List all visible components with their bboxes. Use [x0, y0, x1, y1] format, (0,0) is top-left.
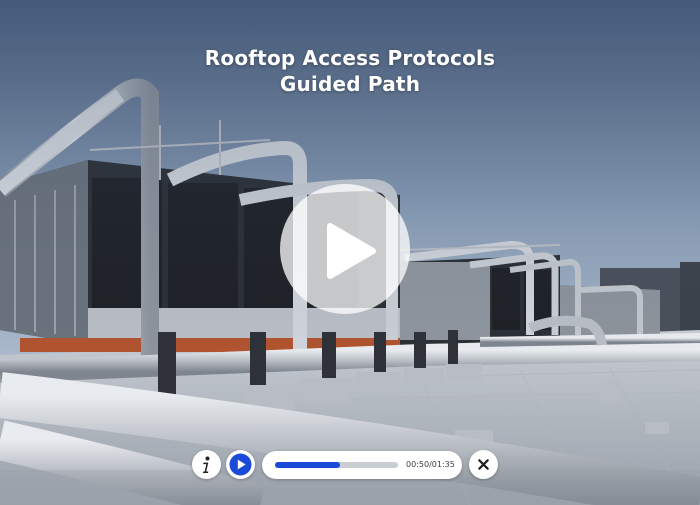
- close-icon: [478, 459, 489, 470]
- current-time: 00:50: [406, 460, 430, 469]
- video-title-line-1: Rooftop Access Protocols: [204, 46, 496, 70]
- time-display: 00:50/01:35: [406, 459, 455, 471]
- info-button[interactable]: [192, 450, 221, 479]
- play-icon: [229, 453, 252, 476]
- video-title-line-2: Guided Path: [279, 72, 421, 96]
- duration: 01:35: [431, 460, 455, 469]
- progress-track[interactable]: [275, 462, 398, 468]
- play-icon: [327, 223, 376, 279]
- progress-fill: [275, 462, 340, 468]
- video-player: Rooftop Access Protocols Guided Path 00:…: [0, 0, 700, 505]
- video-title: Rooftop Access Protocols Guided Path: [0, 45, 700, 97]
- big-play-button[interactable]: [280, 184, 410, 314]
- progress-scrubber: 00:50/01:35: [262, 451, 462, 479]
- close-button[interactable]: [469, 450, 498, 479]
- info-icon: [202, 456, 210, 473]
- play-button[interactable]: [226, 450, 255, 479]
- video-controls: 00:50/01:35: [0, 450, 700, 480]
